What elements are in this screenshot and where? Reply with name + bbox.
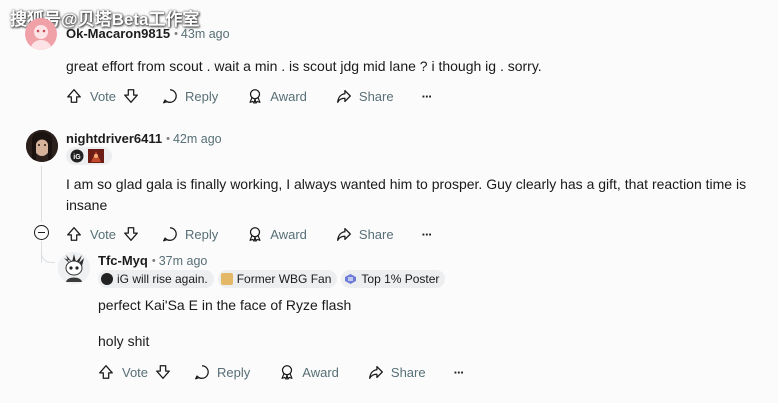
more-options-button[interactable]: ··· xyxy=(422,89,433,104)
reply-button[interactable]: Reply xyxy=(193,363,250,381)
award-label: Award xyxy=(270,226,307,242)
share-icon xyxy=(336,89,351,103)
timestamp[interactable]: 43m ago xyxy=(181,27,230,41)
share-label: Share xyxy=(390,364,426,380)
award-label: Award xyxy=(270,88,307,104)
downvote-button[interactable] xyxy=(154,363,172,381)
award-label: Award xyxy=(302,364,339,380)
ig-team-icon xyxy=(101,273,113,285)
champion-portrait-icon xyxy=(88,149,104,163)
top-poster-badge: Top 1% Poster xyxy=(341,270,446,288)
ig-team-icon: iG xyxy=(70,149,84,163)
snoo-avatar-icon xyxy=(31,25,51,50)
comment-actions: Vote Reply Award Share ··· xyxy=(97,360,465,384)
share-label: Share xyxy=(358,226,394,242)
wbg-team-icon xyxy=(220,273,233,285)
minus-icon xyxy=(38,231,45,234)
comment-body-line: perfect Kai'Sa E in the face of Ryze fla… xyxy=(98,297,352,313)
award-button[interactable]: Award xyxy=(246,87,307,105)
downvote-icon xyxy=(124,89,138,103)
comment-header: nightdriver6411 • 42m ago xyxy=(66,131,222,146)
downvote-button[interactable] xyxy=(122,225,140,243)
upvote-button[interactable] xyxy=(65,225,83,243)
collapse-thread-button[interactable] xyxy=(34,225,49,240)
upvote-icon xyxy=(67,89,81,103)
downvote-button[interactable] xyxy=(122,87,140,105)
avatar[interactable] xyxy=(26,130,58,162)
user-flair: iG will rise again. xyxy=(98,270,214,288)
separator-dot: • xyxy=(151,254,156,267)
upvote-icon xyxy=(67,227,81,241)
vote-label: Vote xyxy=(90,226,117,242)
reply-icon xyxy=(195,365,209,380)
thread-line[interactable] xyxy=(41,166,42,222)
reply-icon xyxy=(163,89,177,104)
downvote-icon xyxy=(156,365,170,379)
timestamp[interactable]: 42m ago xyxy=(173,132,222,146)
upvote-icon xyxy=(99,365,113,379)
poster-badge-icon xyxy=(345,274,357,284)
separator-dot: • xyxy=(166,132,170,145)
user-photo-icon xyxy=(26,130,58,162)
user-flair: Former WBG Fan xyxy=(217,270,338,288)
downvote-icon xyxy=(124,227,138,241)
separator-dot: • xyxy=(174,27,178,40)
thread-branch xyxy=(41,251,55,263)
reply-label: Reply xyxy=(185,226,219,242)
upvote-button[interactable] xyxy=(65,87,83,105)
user-flairs: iG will rise again. Former WBG Fan Top 1… xyxy=(98,270,449,288)
username[interactable]: Tfc-Myq xyxy=(98,253,148,268)
svg-text:iG: iG xyxy=(73,154,81,161)
reply-label: Reply xyxy=(185,88,219,104)
comment-body: I am so glad gala is finally working, I … xyxy=(66,176,747,213)
username[interactable]: nightdriver6411 xyxy=(66,131,162,146)
share-icon xyxy=(336,227,351,241)
snoo-avatar-icon xyxy=(58,252,90,284)
share-label: Share xyxy=(358,88,394,104)
comment-actions: Vote Reply Award Share ··· xyxy=(65,84,433,108)
comment-header: Tfc-Myq • 37m ago xyxy=(98,253,207,268)
reply-label: Reply xyxy=(217,364,251,380)
avatar[interactable] xyxy=(58,252,90,284)
username[interactable]: Ok-Macaron9815 xyxy=(66,26,170,41)
award-icon xyxy=(281,365,293,380)
reply-button[interactable]: Reply xyxy=(161,87,218,105)
more-options-button[interactable]: ··· xyxy=(422,227,433,242)
reply-icon xyxy=(163,227,177,242)
flair-text: iG will rise again. xyxy=(117,272,208,286)
reply-button[interactable]: Reply xyxy=(161,225,218,243)
share-icon xyxy=(368,365,383,379)
award-button[interactable]: Award xyxy=(278,363,339,381)
share-button[interactable]: Share xyxy=(335,225,394,243)
flair-text: Top 1% Poster xyxy=(361,272,440,286)
avatar[interactable] xyxy=(25,18,57,50)
comment-actions: Vote Reply Award Share ··· xyxy=(65,222,433,246)
share-button[interactable]: Share xyxy=(367,363,426,381)
comment-header: Ok-Macaron9815 • 43m ago xyxy=(66,26,230,41)
user-flair: iG xyxy=(66,147,112,165)
upvote-button[interactable] xyxy=(97,363,115,381)
more-options-button[interactable]: ··· xyxy=(454,365,465,380)
vote-label: Vote xyxy=(90,88,117,104)
timestamp[interactable]: 37m ago xyxy=(159,254,208,268)
award-icon xyxy=(249,89,261,104)
comment-body-line: holy shit xyxy=(98,333,150,349)
flair-text: Former WBG Fan xyxy=(236,272,332,286)
award-button[interactable]: Award xyxy=(246,225,307,243)
comment-body: great effort from scout . wait a min . i… xyxy=(66,58,542,74)
vote-label: Vote xyxy=(122,364,149,380)
award-icon xyxy=(249,227,261,242)
share-button[interactable]: Share xyxy=(335,87,394,105)
